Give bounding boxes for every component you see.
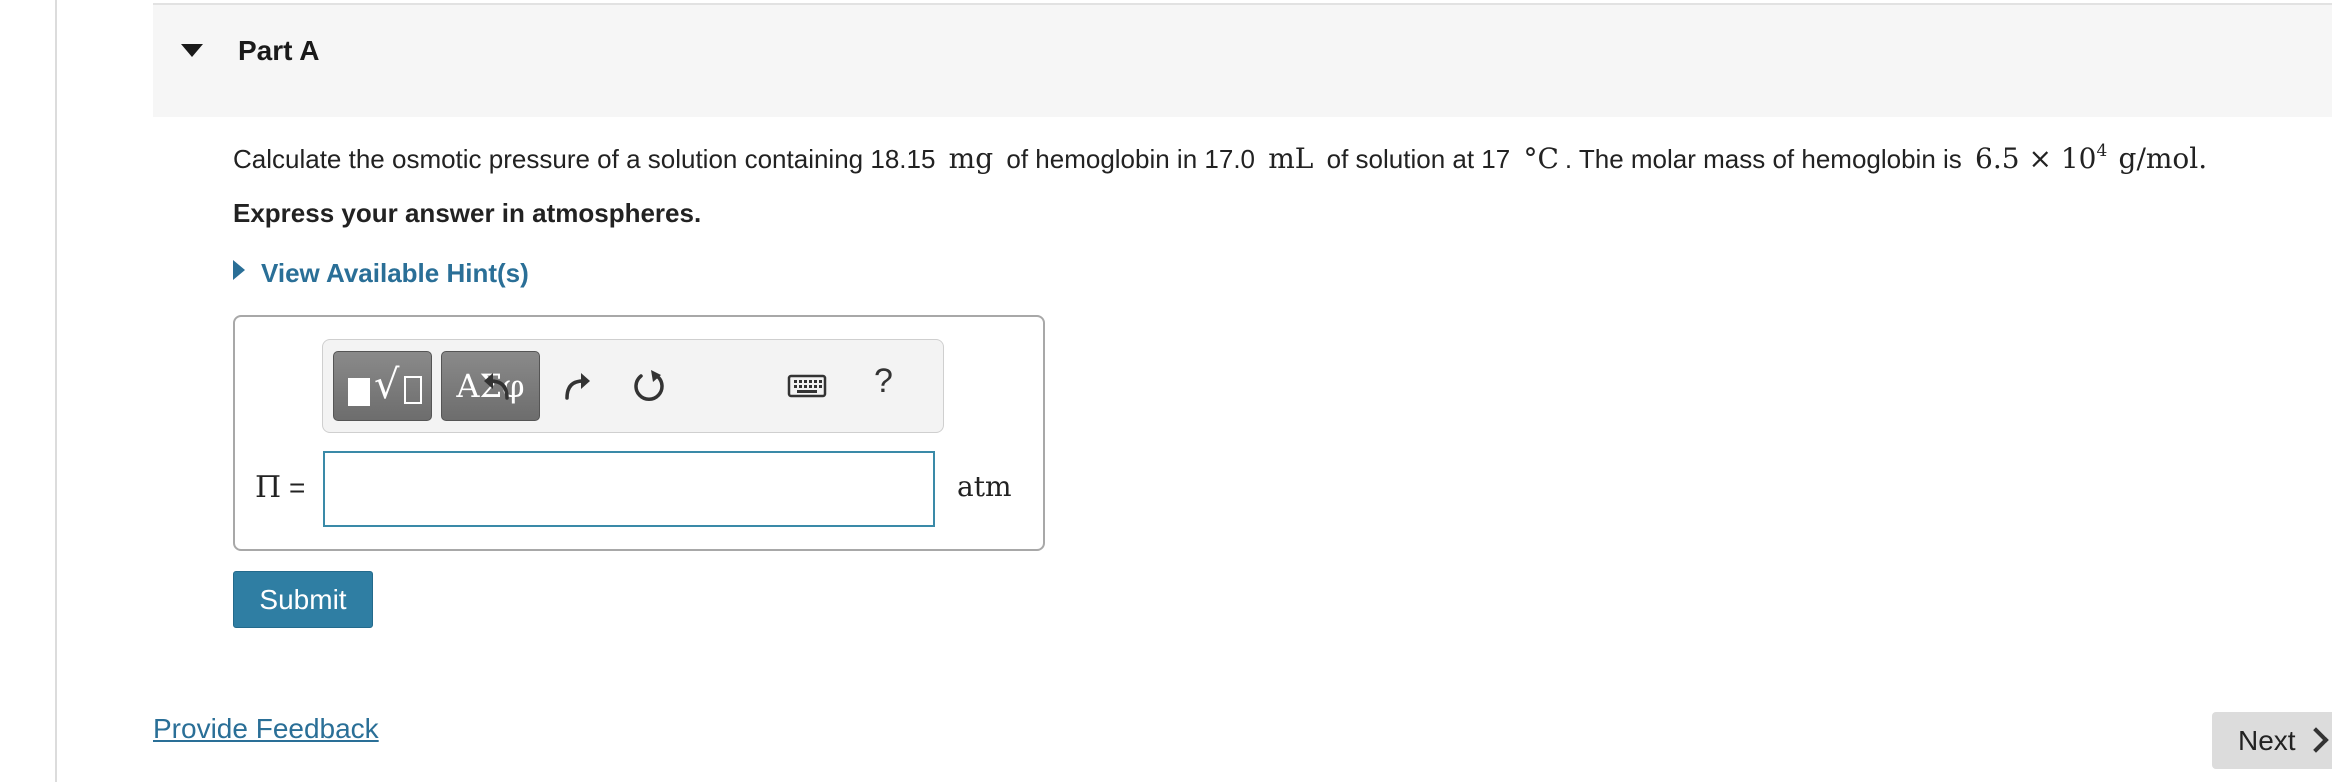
unit-ml: mL bbox=[1268, 142, 1314, 175]
answer-instruction: Express your answer in atmospheres. bbox=[233, 198, 702, 228]
question-text: Calculate the osmotic pressure of a solu… bbox=[233, 141, 2207, 175]
view-hints-label: View Available Hint(s) bbox=[261, 258, 529, 288]
part-title: Part A bbox=[238, 35, 320, 66]
unit-celsius: °C bbox=[1523, 142, 1559, 175]
radical-icon: √ bbox=[374, 362, 400, 408]
view-hints-link[interactable]: View Available Hint(s) bbox=[233, 258, 529, 289]
part-header[interactable]: Part A bbox=[153, 3, 2332, 117]
math-toolbar: √ ΑΣφ ? bbox=[322, 339, 944, 433]
keyboard-icon[interactable] bbox=[787, 368, 827, 404]
unit-g-per-mol: g/mol bbox=[2118, 142, 2199, 175]
next-label: Next bbox=[2238, 724, 2296, 756]
answer-box: √ ΑΣφ ? Π = atm bbox=[233, 315, 1045, 551]
question-text-3: of solution at 17 bbox=[1326, 144, 1511, 174]
left-divider bbox=[55, 0, 57, 782]
next-button[interactable]: Next bbox=[2212, 712, 2332, 769]
answer-unit: atm bbox=[957, 470, 1012, 503]
question-text-1: Calculate the osmotic pressure of a solu… bbox=[233, 144, 936, 174]
answer-input[interactable] bbox=[323, 451, 935, 527]
provide-feedback-link[interactable]: Provide Feedback bbox=[153, 713, 379, 745]
undo-icon[interactable] bbox=[481, 368, 517, 404]
box-icon bbox=[404, 376, 422, 404]
molar-mass-mantissa: 6.5 × 10 bbox=[1975, 142, 2097, 175]
reset-icon[interactable] bbox=[631, 368, 667, 404]
unit-mg: mg bbox=[948, 142, 994, 175]
collapse-caret-icon[interactable] bbox=[181, 44, 203, 57]
submit-button[interactable]: Submit bbox=[233, 571, 373, 628]
templates-icon bbox=[348, 378, 370, 406]
question-text-5: . bbox=[2198, 142, 2208, 175]
pi-symbol: Π bbox=[255, 470, 282, 505]
molar-mass-exponent: 4 bbox=[2096, 141, 2108, 161]
redo-icon[interactable] bbox=[557, 368, 593, 404]
question-text-4: . The molar mass of hemoglobin is bbox=[1564, 144, 1962, 174]
variable-label: Π = bbox=[255, 470, 305, 505]
help-button[interactable]: ? bbox=[874, 362, 893, 401]
chevron-right-icon bbox=[2303, 727, 2329, 753]
equals-sign: = bbox=[288, 472, 306, 503]
templates-button[interactable]: √ bbox=[333, 351, 432, 421]
molar-mass-value: 6.5 × 104 bbox=[1975, 141, 2108, 175]
question-text-2: of hemoglobin in 17.0 bbox=[1006, 144, 1255, 174]
expand-triangle-icon bbox=[233, 260, 245, 280]
